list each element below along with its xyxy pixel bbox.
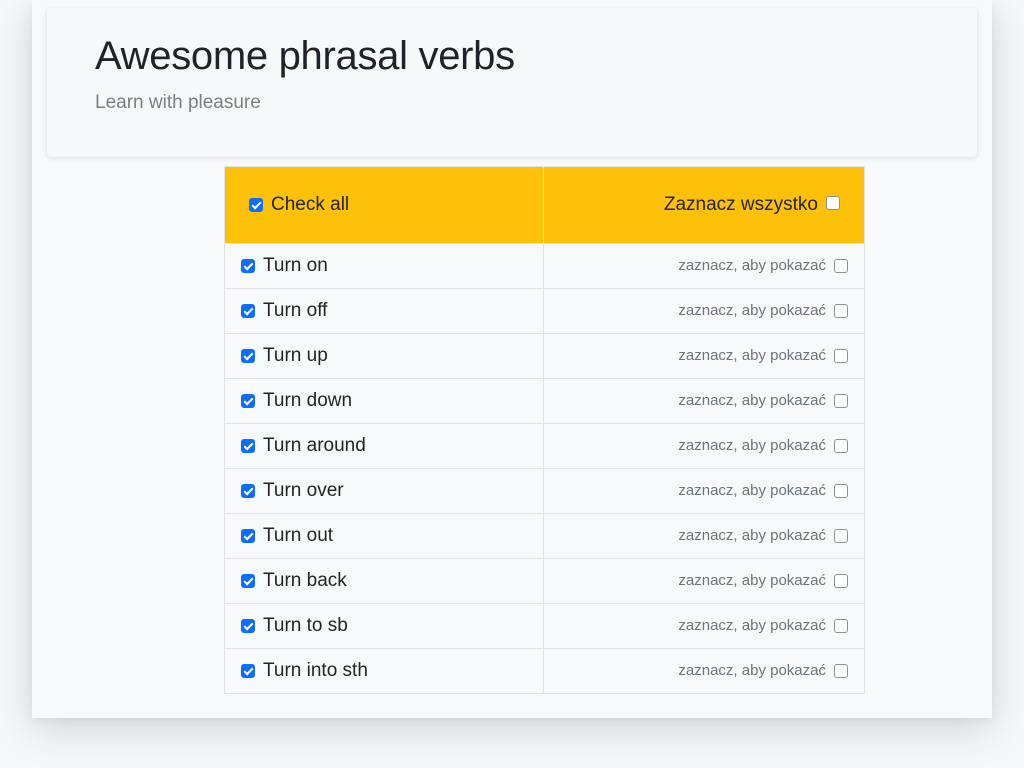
show-hint-label[interactable]: zaznacz, aby pokazać [678, 347, 826, 364]
verb-cell: Turn down [224, 378, 544, 424]
page-container: Awesome phrasal verbs Learn with pleasur… [32, 0, 992, 718]
show-translation-checkbox[interactable] [834, 393, 848, 408]
table-row: Turn back zaznacz, aby pokazać [224, 558, 865, 604]
verb-label[interactable]: Turn up [263, 345, 328, 367]
show-cell: zaznacz, aby pokazać [543, 243, 865, 289]
verb-cell: Turn around [224, 423, 544, 469]
show-translation-checkbox[interactable] [834, 348, 848, 363]
page-subtitle: Learn with pleasure [95, 92, 261, 113]
verb-checkbox[interactable] [241, 619, 255, 633]
show-hint-label[interactable]: zaznacz, aby pokazać [678, 617, 826, 634]
show-translation-checkbox[interactable] [834, 573, 848, 588]
verb-cell: Turn out [224, 513, 544, 559]
verb-label[interactable]: Turn to sb [263, 615, 348, 637]
show-hint-label[interactable]: zaznacz, aby pokazać [678, 302, 826, 319]
table-body: Turn on zaznacz, aby pokazać Turn off zazna… [224, 243, 865, 694]
zaznacz-wszystko-label[interactable]: Zaznacz wszystko [664, 194, 818, 216]
show-hint-label[interactable]: zaznacz, aby pokazać [678, 527, 826, 544]
jumbotron-header: Awesome phrasal verbs Learn with pleasur… [47, 8, 977, 157]
show-translation-checkbox[interactable] [834, 528, 848, 543]
show-hint-label[interactable]: zaznacz, aby pokazać [678, 257, 826, 274]
show-cell: zaznacz, aby pokazać [543, 513, 865, 559]
show-translation-checkbox[interactable] [834, 663, 848, 678]
table-row: Turn around zaznacz, aby pokazać [224, 423, 865, 469]
verb-checkbox[interactable] [241, 394, 255, 408]
table-row: Turn to sb zaznacz, aby pokazać [224, 603, 865, 649]
verb-cell: Turn to sb [224, 603, 544, 649]
show-cell: zaznacz, aby pokazać [543, 423, 865, 469]
show-cell: zaznacz, aby pokazać [543, 468, 865, 514]
verb-label[interactable]: Turn into sth [263, 660, 368, 682]
verb-cell: Turn off [224, 288, 544, 334]
show-hint-label[interactable]: zaznacz, aby pokazać [678, 437, 826, 454]
verb-checkbox[interactable] [241, 439, 255, 453]
verb-cell: Turn into sth [224, 648, 544, 694]
table-row: Turn off zaznacz, aby pokazać [224, 288, 865, 334]
verb-label[interactable]: Turn over [263, 480, 344, 502]
table-row: Turn into sth zaznacz, aby pokazać [224, 648, 865, 694]
show-hint-label[interactable]: zaznacz, aby pokazać [678, 482, 826, 499]
verb-cell: Turn up [224, 333, 544, 379]
verb-label[interactable]: Turn down [263, 390, 352, 412]
check-all-label[interactable]: Check all [271, 194, 349, 216]
page-title: Awesome phrasal verbs [95, 34, 515, 78]
verb-label[interactable]: Turn back [263, 570, 347, 592]
verb-label[interactable]: Turn out [263, 525, 333, 547]
verb-checkbox[interactable] [241, 484, 255, 498]
verb-cell: Turn back [224, 558, 544, 604]
show-cell: zaznacz, aby pokazać [543, 648, 865, 694]
show-hint-label[interactable]: zaznacz, aby pokazać [678, 392, 826, 409]
show-cell: zaznacz, aby pokazać [543, 558, 865, 604]
verb-cell: Turn over [224, 468, 544, 514]
verb-label[interactable]: Turn on [263, 255, 328, 277]
check-all-checkbox[interactable] [249, 197, 263, 212]
verb-checkbox[interactable] [241, 259, 255, 273]
zaznacz-wszystko-checkbox[interactable] [826, 195, 840, 210]
verb-label[interactable]: Turn around [263, 435, 366, 457]
verb-checkbox[interactable] [241, 349, 255, 363]
zaznacz-wszystko-cell: Zaznacz wszystko [543, 166, 865, 244]
show-translation-checkbox[interactable] [834, 618, 848, 633]
table-row: Turn up zaznacz, aby pokazać [224, 333, 865, 379]
show-cell: zaznacz, aby pokazać [543, 603, 865, 649]
show-translation-checkbox[interactable] [834, 483, 848, 498]
verb-label[interactable]: Turn off [263, 300, 327, 322]
verb-checkbox[interactable] [241, 574, 255, 588]
table-row: Turn out zaznacz, aby pokazać [224, 513, 865, 559]
table-row: Turn over zaznacz, aby pokazać [224, 468, 865, 514]
show-cell: zaznacz, aby pokazać [543, 333, 865, 379]
show-hint-label[interactable]: zaznacz, aby pokazać [678, 662, 826, 679]
verb-checkbox[interactable] [241, 664, 255, 678]
show-cell: zaznacz, aby pokazać [543, 288, 865, 334]
verb-checkbox[interactable] [241, 529, 255, 543]
table-header-row: Check all Zaznacz wszystko [224, 166, 865, 244]
table-row: Turn on zaznacz, aby pokazać [224, 243, 865, 289]
show-hint-label[interactable]: zaznacz, aby pokazać [678, 572, 826, 589]
show-translation-checkbox[interactable] [834, 258, 848, 273]
verb-checkbox[interactable] [241, 304, 255, 318]
check-all-cell: Check all [224, 166, 544, 244]
show-cell: zaznacz, aby pokazać [543, 378, 865, 424]
verb-cell: Turn on [224, 243, 544, 289]
phrasal-verbs-table: Check all Zaznacz wszystko Turn on zaznac… [224, 166, 865, 694]
show-translation-checkbox[interactable] [834, 303, 848, 318]
show-translation-checkbox[interactable] [834, 438, 848, 453]
table-row: Turn down zaznacz, aby pokazać [224, 378, 865, 424]
